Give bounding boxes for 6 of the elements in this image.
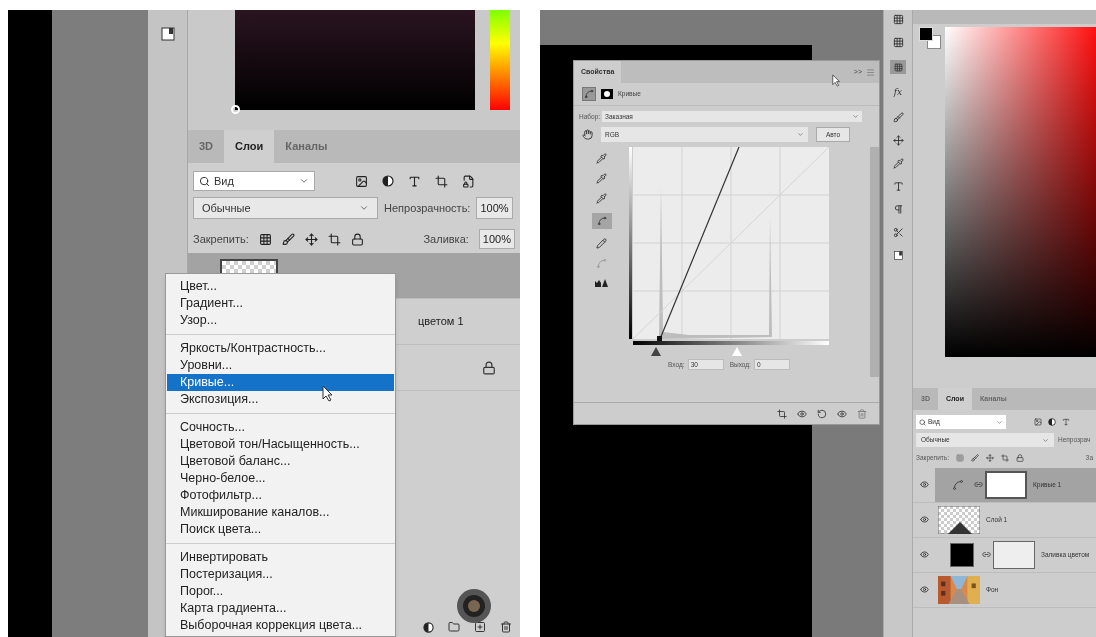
opacity-label: Непрозрачность: [384, 200, 471, 216]
filter-value: Вид [214, 173, 234, 189]
fill-label: Заливка: [423, 231, 469, 247]
blend-mode-value: Обычные [202, 200, 251, 216]
layer-name: цветом 1 [418, 314, 464, 330]
lock-label: Закрепить: [193, 231, 249, 247]
